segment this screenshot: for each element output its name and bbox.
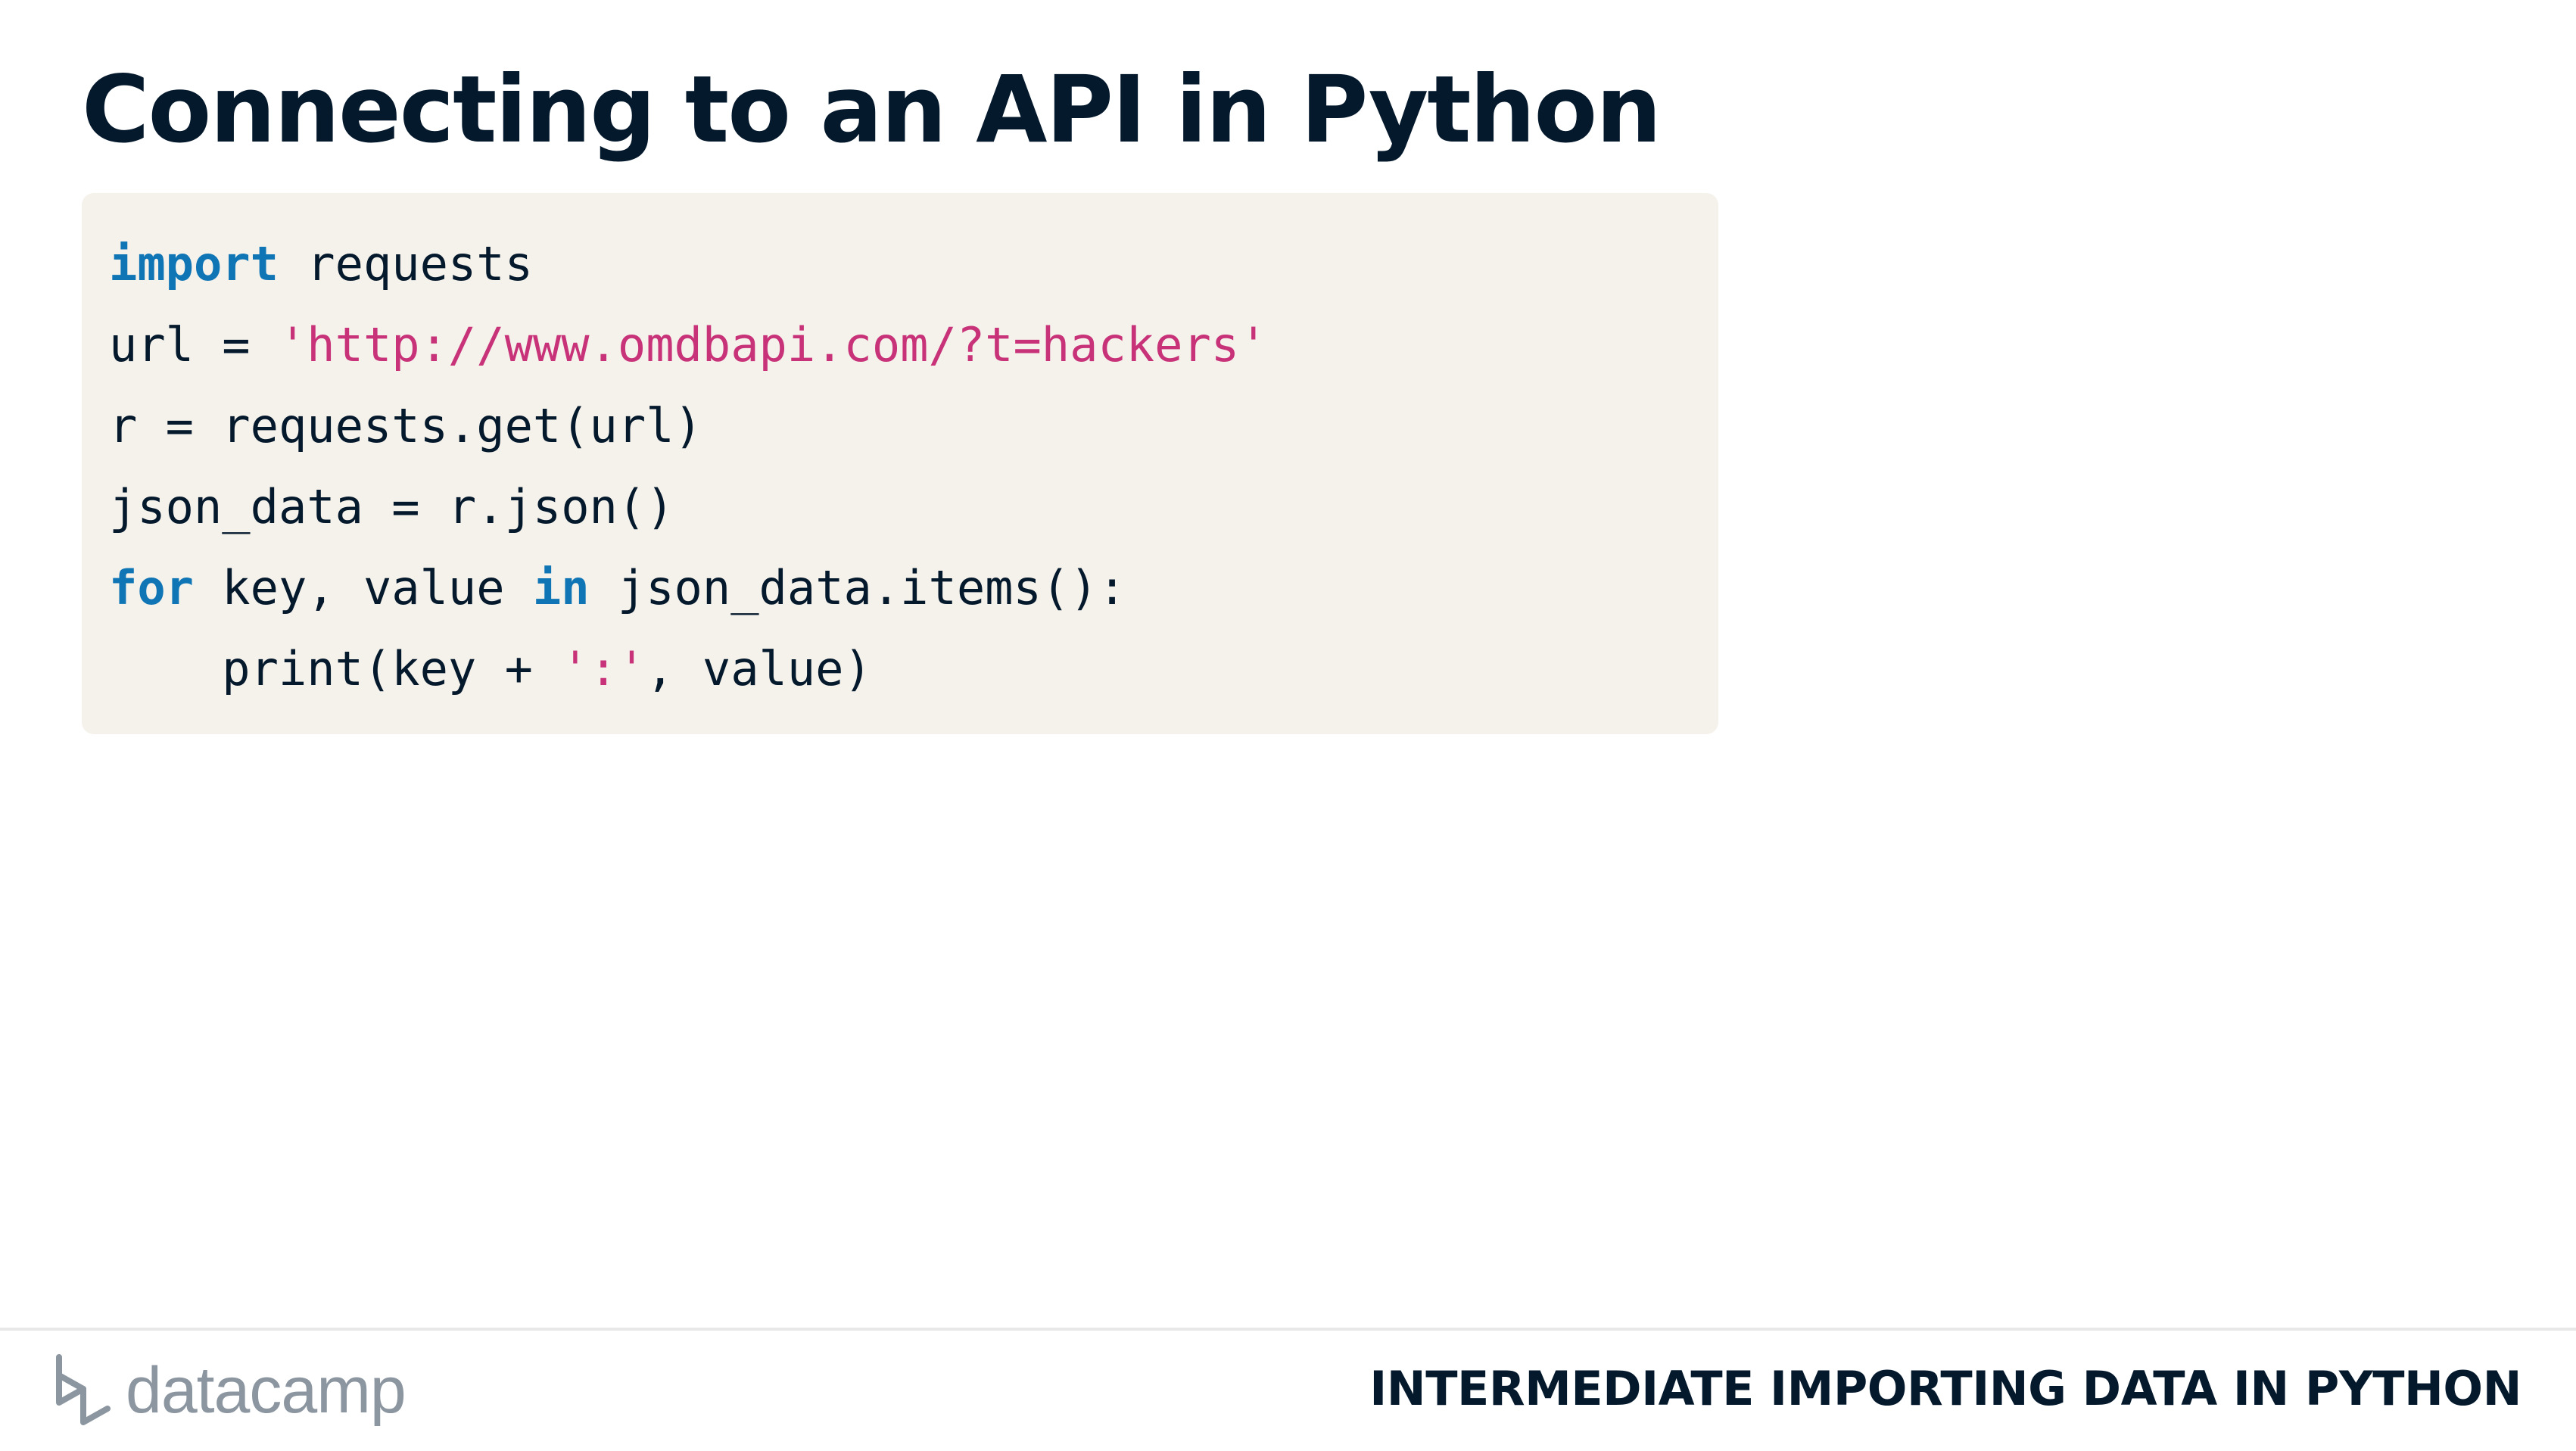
code-line-6: print(key + ':', value) [109, 628, 1718, 709]
code-text: print(key + [109, 641, 562, 696]
code-line-3: r = requests.get(url) [109, 385, 1718, 466]
code-keyword: for [109, 560, 194, 615]
logo-wordmark: datacamp [126, 1354, 406, 1427]
code-line-1: import requests [109, 223, 1718, 304]
code-line-2: url = 'http://www.omdbapi.com/?t=hackers… [109, 304, 1718, 385]
slide-title: Connecting to an API in Python [82, 56, 1662, 163]
code-line-5: for key, value in json_data.items(): [109, 547, 1718, 628]
course-name: INTERMEDIATE IMPORTING DATA IN PYTHON [1369, 1361, 2521, 1416]
code-string: ':' [561, 641, 646, 696]
code-string: 'http://www.omdbapi.com/?t=hackers' [278, 317, 1268, 372]
datacamp-logo: datacamp [53, 1349, 406, 1432]
code-line-4: json_data = r.json() [109, 466, 1718, 547]
code-text: json_data = r.json() [109, 479, 674, 534]
code-keyword: in [532, 560, 590, 615]
code-text: json_data.items(): [589, 560, 1126, 615]
code-text: url = [109, 317, 279, 372]
code-text: requests [278, 236, 533, 291]
footer-divider [0, 1328, 2576, 1331]
datacamp-logo-icon [56, 1354, 111, 1425]
code-keyword: import [109, 236, 279, 291]
code-text: r = requests.get(url) [109, 398, 702, 453]
code-text: key, value [193, 560, 533, 615]
code-text: , value) [646, 641, 872, 696]
code-block: import requests url = 'http://www.omdbap… [82, 193, 1718, 734]
